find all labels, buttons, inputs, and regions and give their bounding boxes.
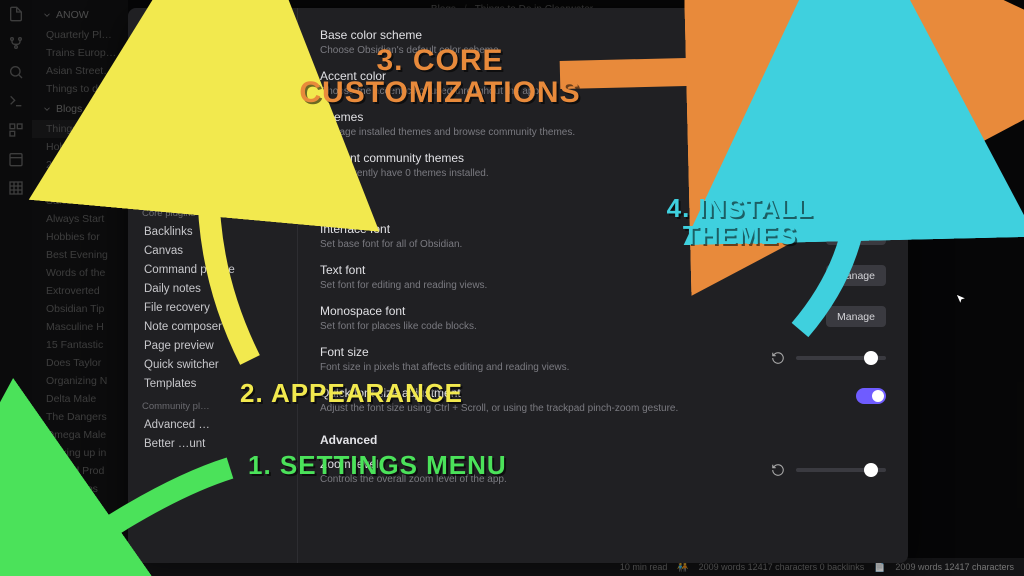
sidebar-item-hotkeys[interactable]: Hotkeys: [136, 124, 289, 143]
sidebar-item-about[interactable]: About: [136, 143, 289, 162]
reset-icon[interactable]: [838, 71, 862, 93]
close-icon[interactable]: ✕: [885, 16, 898, 31]
sidebar-item-templates[interactable]: Templates: [136, 374, 289, 393]
list-item[interactable]: Asian Street…: [32, 62, 128, 80]
help-icon[interactable]: [8, 528, 24, 547]
list-item[interactable]: Extroverted: [32, 282, 128, 300]
sidebar-item-command-palette[interactable]: Command palette: [136, 260, 289, 279]
calendar-icon[interactable]: [8, 151, 24, 170]
quick-font-toggle[interactable]: [856, 388, 886, 404]
fork-icon[interactable]: [8, 35, 24, 54]
settings-content: Base color scheme Choose Obsidian's defa…: [298, 8, 908, 563]
setting-label: Current community themes: [320, 151, 886, 165]
list-item[interactable]: Things to do…: [32, 80, 128, 98]
sidebar-item-backlinks[interactable]: Backlinks: [136, 222, 289, 241]
list-item[interactable]: Delta Male: [32, 390, 128, 408]
setting-label: Zoom level: [320, 457, 754, 471]
list-item[interactable]: Safest Trave: [32, 192, 128, 210]
left-ribbon: [0, 0, 32, 576]
list-item[interactable]: Does Taylor: [32, 354, 128, 372]
sidebar-item-quick-switcher[interactable]: Quick switcher: [136, 355, 289, 374]
sidebar-item-note-composer[interactable]: Note composer: [136, 317, 289, 336]
list-item[interactable]: Hobbies for: [32, 138, 128, 156]
folder-icon[interactable]: [708, 112, 732, 134]
sidebar-item-advanced[interactable]: Advanced …: [136, 415, 289, 434]
list-item[interactable]: Masculine H: [32, 318, 128, 336]
sidebar-item-page-preview[interactable]: Page preview: [136, 336, 289, 355]
reset-icon[interactable]: [766, 459, 790, 481]
files-icon[interactable]: [8, 6, 24, 25]
search-icon[interactable]: [8, 64, 24, 83]
setting-label: Accent color: [320, 69, 826, 83]
list-item[interactable]: 2023 Safest: [32, 156, 128, 174]
list-item[interactable]: Quarterly Pl…: [32, 26, 128, 44]
setting-label: Monospace font: [320, 304, 814, 318]
list-item[interactable]: Omega Male: [32, 426, 128, 444]
setting-label: Quick font size adjustment: [320, 386, 844, 400]
list-item[interactable]: Organizing N: [32, 372, 128, 390]
sidebar-item-editor[interactable]: Editor: [136, 67, 289, 86]
manage-button[interactable]: Manage: [826, 265, 886, 286]
reset-icon[interactable]: [766, 347, 790, 369]
list-item[interactable]: Best Evening: [32, 246, 128, 264]
manage-themes-button[interactable]: Manage: [826, 113, 886, 134]
settings-sidebar: Search settings... Options Editor Files …: [128, 8, 298, 563]
settings-modal: ✕ Search settings... Options Editor File…: [128, 8, 908, 563]
sidebar-item-better[interactable]: Better …unt: [136, 434, 289, 453]
setting-label: Base color scheme: [320, 28, 804, 42]
sidebar-item-appearance[interactable]: Appearance: [136, 105, 289, 124]
list-item[interactable]: The Dangers: [32, 408, 128, 426]
list-item[interactable]: Hobbies for: [32, 228, 128, 246]
list-item[interactable]: Take Bible N: [32, 174, 128, 192]
manage-button[interactable]: Manage: [826, 224, 886, 245]
sidebar-item-files-links[interactable]: Files & Links: [136, 86, 289, 105]
list-item[interactable]: Absurd Prod: [32, 462, 128, 480]
file-explorer: ANOW Quarterly Pl… Trains Europ… Asian S…: [32, 0, 128, 576]
sidebar-item-canvas[interactable]: Canvas: [136, 241, 289, 260]
cursor-icon: [954, 292, 968, 311]
list-item[interactable]: Always Start: [32, 210, 128, 228]
section-heading: Font: [320, 186, 886, 216]
vault-icon[interactable]: [8, 499, 24, 518]
list-item[interactable]: Things to Do: [32, 120, 128, 138]
terminal-icon[interactable]: [8, 93, 24, 112]
list-item[interactable]: Trains Europ…: [32, 44, 128, 62]
sidebar-item-core-plugins[interactable]: Core plugin: [136, 162, 289, 181]
switcher-icon[interactable]: [8, 122, 24, 141]
setting-label: Font size: [320, 345, 754, 359]
setting-label: Text font: [320, 263, 814, 277]
sidebar-item-file-recovery[interactable]: File recovery: [136, 298, 289, 317]
list-item[interactable]: Waking up in: [32, 444, 128, 462]
section-heading: Advanced: [320, 421, 886, 451]
sidebar-item-community-plugins[interactable]: Communit…: [136, 181, 289, 200]
accent-color-swatch[interactable]: [868, 73, 886, 91]
manage-button[interactable]: Manage: [826, 306, 886, 327]
search-input[interactable]: Search settings...: [136, 18, 289, 37]
font-size-slider[interactable]: [796, 356, 886, 360]
color-scheme-dropdown[interactable]: Dark: [816, 30, 886, 52]
themes-dropdown[interactable]: Default: [738, 112, 820, 134]
list-item[interactable]: Words of the: [32, 264, 128, 282]
table-icon[interactable]: [8, 180, 24, 199]
sidebar-item-daily-notes[interactable]: Daily notes: [136, 279, 289, 298]
setting-label: Themes: [320, 110, 696, 124]
list-item[interactable]: …avel Tips: [32, 480, 128, 498]
list-item[interactable]: 15 Fantastic: [32, 336, 128, 354]
list-item[interactable]: Obsidian Tip: [32, 300, 128, 318]
setting-label: Interface font: [320, 222, 814, 236]
zoom-slider[interactable]: [796, 468, 886, 472]
